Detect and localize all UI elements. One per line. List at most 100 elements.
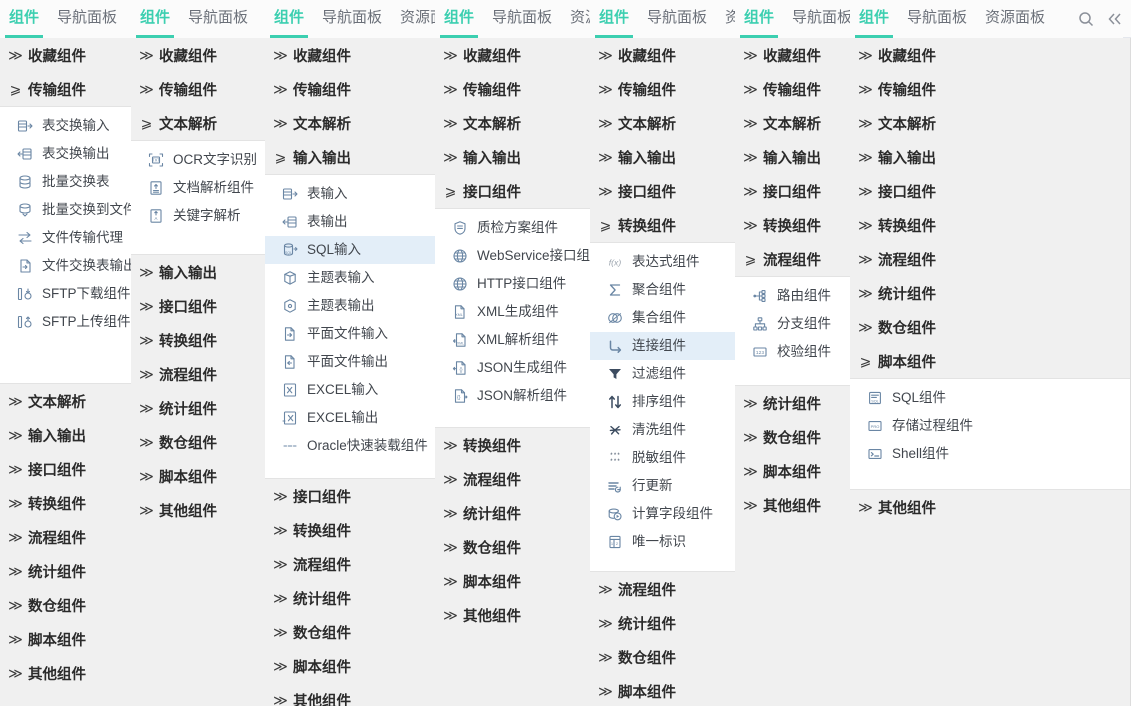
category-header-收藏组件[interactable]: ≫ 收藏组件	[590, 38, 737, 72]
category-header-数仓组件[interactable]: ≫ 数仓组件	[131, 425, 265, 459]
component-item[interactable]: Shell组件	[850, 440, 1130, 468]
component-item[interactable]: 批量交换表	[0, 168, 131, 196]
tab-nav-panel-3[interactable]: 导航面板	[313, 0, 391, 38]
category-header-流程组件[interactable]: ⩾ 流程组件	[735, 242, 852, 276]
category-header-流程组件[interactable]: ≫ 流程组件	[131, 357, 265, 391]
category-header-转换组件[interactable]: ≫ 转换组件	[265, 513, 436, 547]
component-item[interactable]: EXCEL输出	[265, 404, 436, 432]
component-item[interactable]: 聚合组件	[590, 276, 737, 304]
category-header-数仓组件[interactable]: ≫ 数仓组件	[735, 420, 852, 454]
category-header-传输组件[interactable]: ≫ 传输组件	[850, 72, 1130, 106]
component-item[interactable]: 路由组件	[735, 282, 852, 310]
component-item[interactable]: 文档解析组件	[131, 174, 265, 202]
tab-components-6[interactable]: 组件	[735, 0, 783, 38]
component-item[interactable]: EXCEL输入	[265, 376, 436, 404]
category-header-文本解析[interactable]: ≫ 文本解析	[435, 106, 594, 140]
component-item[interactable]: HTTP接口组件	[435, 270, 594, 298]
category-header-转换组件[interactable]: ≫ 转换组件	[735, 208, 852, 242]
category-header-数仓组件[interactable]: ≫ 数仓组件	[850, 310, 1130, 344]
search-icon[interactable]	[1078, 11, 1094, 27]
category-header-脚本组件[interactable]: ⩾ 脚本组件	[850, 344, 1130, 378]
category-header-接口组件[interactable]: ≫ 接口组件	[590, 174, 737, 208]
tab-components-4[interactable]: 组件	[435, 0, 483, 38]
component-item[interactable]: SQL SQL输入	[265, 236, 436, 264]
category-header-输入输出[interactable]: ⩾ 输入输出	[265, 140, 436, 174]
category-header-传输组件[interactable]: ≫ 传输组件	[131, 72, 265, 106]
category-header-接口组件[interactable]: ≫ 接口组件	[131, 289, 265, 323]
category-header-统计组件[interactable]: ≫ 统计组件	[590, 606, 737, 640]
category-header-传输组件[interactable]: ≫ 传输组件	[735, 72, 852, 106]
category-header-转换组件[interactable]: ⩾ 转换组件	[590, 208, 737, 242]
category-header-流程组件[interactable]: ≫ 流程组件	[0, 520, 131, 554]
component-item[interactable]: 1 2 唯一标识	[590, 528, 737, 556]
component-item[interactable]: 表输入	[265, 180, 436, 208]
category-header-文本解析[interactable]: ≫ 文本解析	[590, 106, 737, 140]
category-header-其他组件[interactable]: ≫ 其他组件	[435, 598, 594, 632]
tab-nav-panel-5[interactable]: 导航面板	[638, 0, 716, 38]
category-header-收藏组件[interactable]: ≫ 收藏组件	[850, 38, 1130, 72]
category-header-其他组件[interactable]: ≫ 其他组件	[131, 493, 265, 527]
category-header-脚本组件[interactable]: ≫ 脚本组件	[435, 564, 594, 598]
category-header-输入输出[interactable]: ≫ 输入输出	[131, 255, 265, 289]
category-header-脚本组件[interactable]: ≫ 脚本组件	[131, 459, 265, 493]
component-item[interactable]: 批量交换到文件	[0, 196, 137, 224]
tab-components-5[interactable]: 组件	[590, 0, 638, 38]
category-header-接口组件[interactable]: ≫ 接口组件	[850, 174, 1130, 208]
category-header-传输组件[interactable]: ≫ 传输组件	[435, 72, 594, 106]
category-header-收藏组件[interactable]: ≫ 收藏组件	[435, 38, 594, 72]
double-chevron-left-icon[interactable]	[1107, 11, 1123, 27]
category-header-传输组件[interactable]: ≫ 传输组件	[590, 72, 737, 106]
category-header-数仓组件[interactable]: ≫ 数仓组件	[590, 640, 737, 674]
component-item[interactable]: 文件交换表输出	[0, 252, 137, 280]
category-header-数仓组件[interactable]: ≫ 数仓组件	[0, 588, 131, 622]
component-item[interactable]: SQL SQL组件	[850, 384, 1130, 412]
component-item[interactable]: f(x) 表达式组件	[590, 248, 737, 276]
component-item[interactable]: 集合组件	[590, 304, 737, 332]
tab-components-7[interactable]: 组件	[850, 0, 898, 38]
component-item[interactable]: 表输出	[265, 208, 436, 236]
category-header-接口组件[interactable]: ≫ 接口组件	[265, 479, 436, 513]
component-item[interactable]: 表交换输入	[0, 112, 131, 140]
component-item[interactable]: TXT OCR文字识别	[131, 146, 265, 174]
category-header-转换组件[interactable]: ≫ 转换组件	[435, 428, 594, 462]
component-item[interactable]: SFTP下载组件	[0, 280, 131, 308]
component-item[interactable]: WebService接口组件	[435, 242, 604, 270]
category-header-转换组件[interactable]: ≫ 转换组件	[0, 486, 131, 520]
category-header-数仓组件[interactable]: ≫ 数仓组件	[265, 615, 436, 649]
category-header-输入输出[interactable]: ≫ 输入输出	[0, 418, 131, 452]
tab-components-3[interactable]: 组件	[265, 0, 313, 38]
component-item[interactable]: {} JSON解析组件	[435, 382, 594, 410]
component-item[interactable]: 平面文件输出	[265, 348, 436, 376]
category-header-收藏组件[interactable]: ≫ 收藏组件	[0, 38, 131, 72]
component-item[interactable]: 文件传输代理	[0, 224, 131, 252]
category-header-收藏组件[interactable]: ≫ 收藏组件	[735, 38, 852, 72]
component-item[interactable]: PRO 存储过程组件	[850, 412, 1130, 440]
category-header-接口组件[interactable]: ⩾ 接口组件	[435, 174, 594, 208]
category-header-传输组件[interactable]: ⩾ 传输组件	[0, 72, 131, 106]
component-item[interactable]: 清洗组件	[590, 416, 737, 444]
category-header-流程组件[interactable]: ≫ 流程组件	[265, 547, 436, 581]
component-item[interactable]: 连接组件	[590, 332, 737, 360]
category-header-脚本组件[interactable]: ≫ 脚本组件	[0, 622, 131, 656]
category-header-转换组件[interactable]: ≫ 转换组件	[850, 208, 1130, 242]
category-header-流程组件[interactable]: ≫ 流程组件	[850, 242, 1130, 276]
category-header-输入输出[interactable]: ≫ 输入输出	[850, 140, 1130, 174]
category-header-其他组件[interactable]: ≫ 其他组件	[850, 490, 1130, 524]
category-header-其他组件[interactable]: ≫ 其他组件	[0, 656, 131, 690]
category-header-文本解析[interactable]: ⩾ 文本解析	[131, 106, 265, 140]
category-header-文本解析[interactable]: ≫ 文本解析	[850, 106, 1130, 140]
category-header-流程组件[interactable]: ≫ 流程组件	[435, 462, 594, 496]
category-header-传输组件[interactable]: ≫ 传输组件	[265, 72, 436, 106]
component-item[interactable]: Oracle快速装载组件	[265, 432, 436, 460]
category-header-脚本组件[interactable]: ≫ 脚本组件	[265, 649, 436, 683]
component-item[interactable]: *** *** 脱敏组件	[590, 444, 737, 472]
category-header-输入输出[interactable]: ≫ 输入输出	[590, 140, 737, 174]
category-header-转换组件[interactable]: ≫ 转换组件	[131, 323, 265, 357]
category-header-统计组件[interactable]: ≫ 统计组件	[735, 386, 852, 420]
component-item[interactable]: 过滤组件	[590, 360, 737, 388]
component-item[interactable]: 主题表输出	[265, 292, 436, 320]
component-item[interactable]: 分支组件	[735, 310, 852, 338]
category-header-文本解析[interactable]: ≫ 文本解析	[265, 106, 436, 140]
component-item[interactable]: 主题表输入	[265, 264, 436, 292]
category-header-输入输出[interactable]: ≫ 输入输出	[435, 140, 594, 174]
